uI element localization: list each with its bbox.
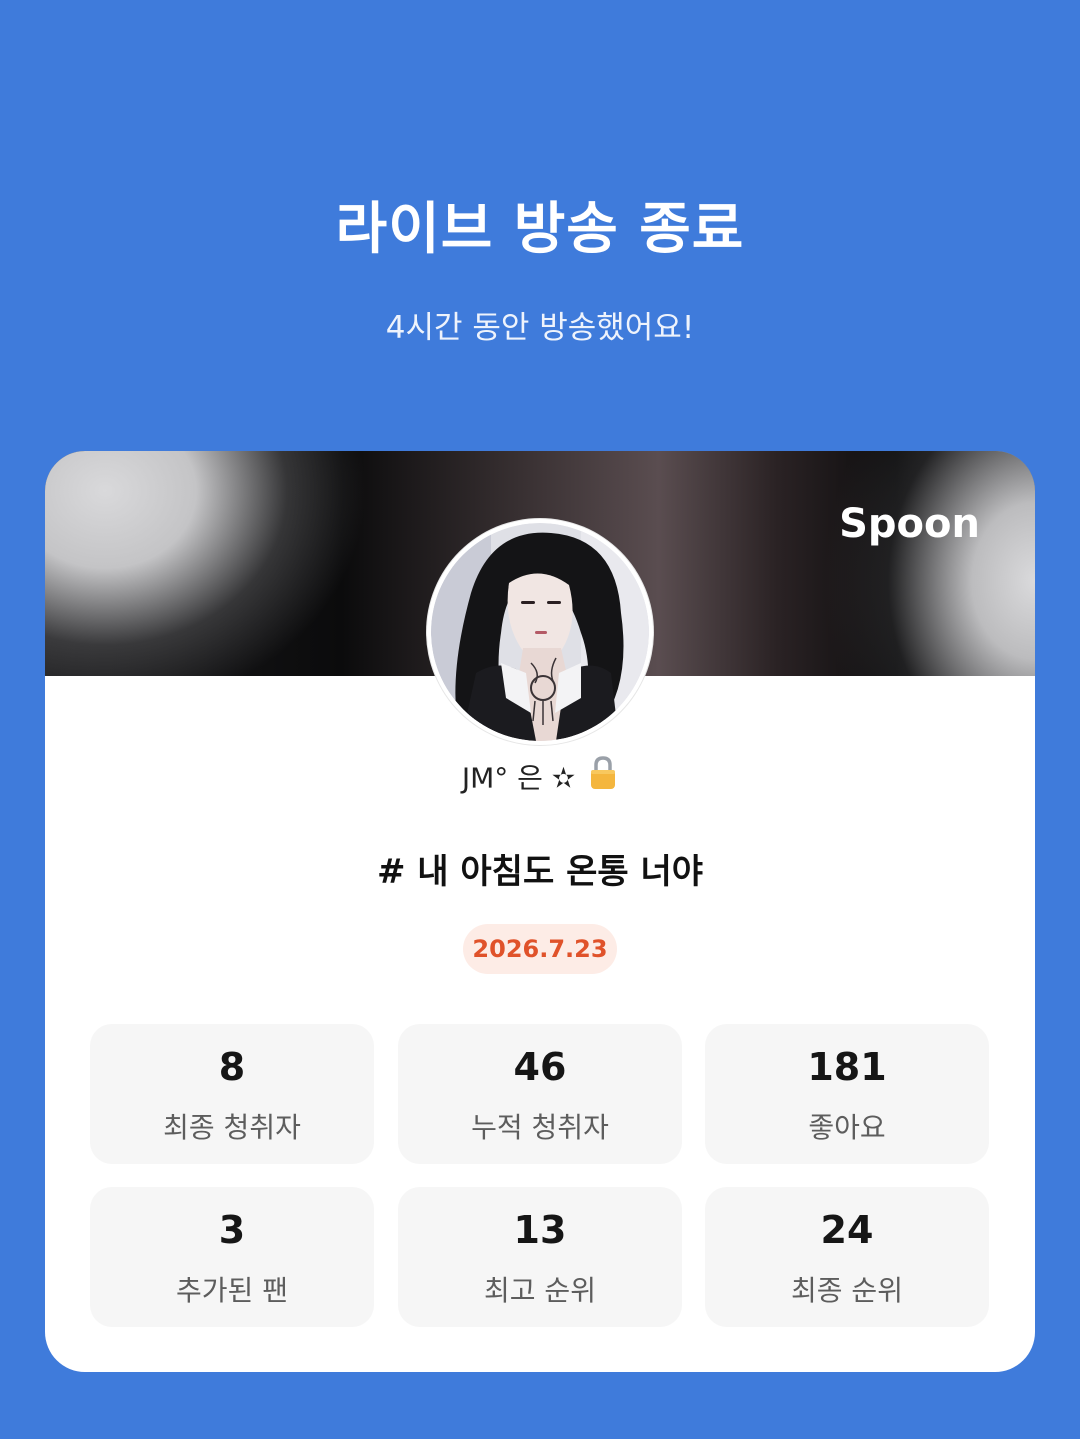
stat-value: 181: [807, 1045, 887, 1089]
stat-value: 24: [820, 1208, 874, 1252]
avatar: [427, 519, 653, 745]
stat-value: 13: [513, 1208, 567, 1252]
room-title: # 내 아침도 온통 너야: [376, 852, 704, 892]
stat-label: 누적 청취자: [471, 1111, 609, 1144]
stat-value: 46: [513, 1045, 567, 1089]
stat-value: 3: [218, 1208, 246, 1252]
stat-label: 추가된 팬: [176, 1274, 288, 1307]
stat-likes: 181 좋아요: [705, 1024, 989, 1164]
stat-final-listeners: 8 최종 청취자: [90, 1024, 374, 1164]
username-row: JM° 은 ✫: [45, 755, 1035, 804]
stat-final-rank: 24 최종 순위: [705, 1187, 989, 1327]
page-title: 라이브 방송 종료: [335, 197, 745, 262]
stat-label: 최고 순위: [484, 1274, 596, 1307]
stat-label: 최종 청취자: [163, 1111, 301, 1144]
lock-icon: [588, 755, 618, 804]
broadcast-duration-text: 4시간 동안 방송했어요!: [385, 310, 695, 346]
stat-new-fans: 3 추가된 팬: [90, 1187, 374, 1327]
stat-total-listeners: 46 누적 청취자: [398, 1024, 682, 1164]
date-badge: 2026.7.23: [463, 924, 617, 974]
spoon-logo: Spoon: [839, 501, 980, 547]
stat-best-rank: 13 최고 순위: [398, 1187, 682, 1327]
stat-label: 최종 순위: [791, 1274, 903, 1307]
stat-label: 좋아요: [808, 1111, 886, 1144]
stat-value: 8: [218, 1045, 246, 1089]
username: JM° 은 ✫: [461, 761, 576, 795]
broadcast-summary-card: Spoon JM° 은 ✫ # 내 아침도 온통 너야 2026.7.23 8 …: [45, 451, 1035, 1372]
